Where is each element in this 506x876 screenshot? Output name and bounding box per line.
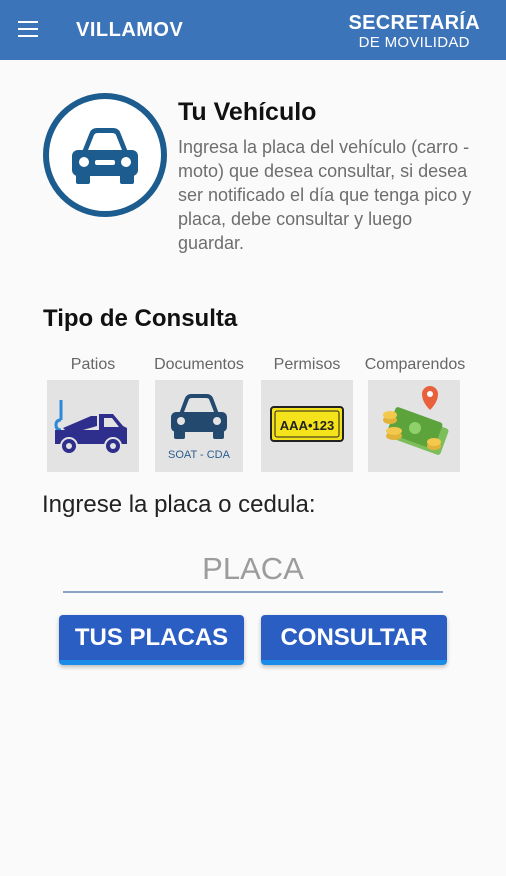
tow-truck-icon <box>54 400 127 455</box>
type-tile-comparendos[interactable] <box>368 380 460 472</box>
hamburger-menu-icon[interactable] <box>18 21 40 39</box>
plate-input[interactable] <box>63 547 443 593</box>
license-plate-icon: AAA•123 <box>270 406 344 442</box>
plate-text: AAA•123 <box>280 418 334 433</box>
type-tile-patios[interactable] <box>47 380 139 472</box>
tus-placas-button[interactable]: TUS PLACAS <box>59 615 244 665</box>
type-label-patios: Patios <box>70 356 116 373</box>
money-fine-icon <box>383 386 449 455</box>
type-tile-permisos[interactable]: AAA•123 <box>261 380 353 472</box>
type-label-comparendos: Comparendos <box>364 356 466 373</box>
brand-line-2: DE MOVILIDAD <box>358 34 470 51</box>
documents-caption: SOAT - CDA <box>168 449 231 461</box>
type-label-permisos: Permisos <box>273 356 341 373</box>
app-bar: VILLAMOV SECRETARÍA DE MOVILIDAD <box>0 0 506 60</box>
brand-logo: SECRETARÍA DE MOVILIDAD <box>348 13 480 50</box>
consultar-button[interactable]: CONSULTAR <box>261 615 447 665</box>
type-tile-documentos[interactable]: SOAT - CDA <box>155 380 243 472</box>
hero-description: Ingresa la placa del vehículo (carro - m… <box>178 137 472 253</box>
hero-title: Tu Vehículo <box>178 98 317 126</box>
app-title: VILLAMOV <box>76 19 184 41</box>
brand-line-1: SECRETARÍA <box>348 12 480 34</box>
car-circle-icon <box>43 93 167 217</box>
car-documents-icon: SOAT - CDA <box>168 394 231 461</box>
plate-prompt: Ingrese la placa o cedula: <box>42 491 316 518</box>
type-label-documentos: Documentos <box>154 356 244 373</box>
section-title: Tipo de Consulta <box>43 305 238 332</box>
